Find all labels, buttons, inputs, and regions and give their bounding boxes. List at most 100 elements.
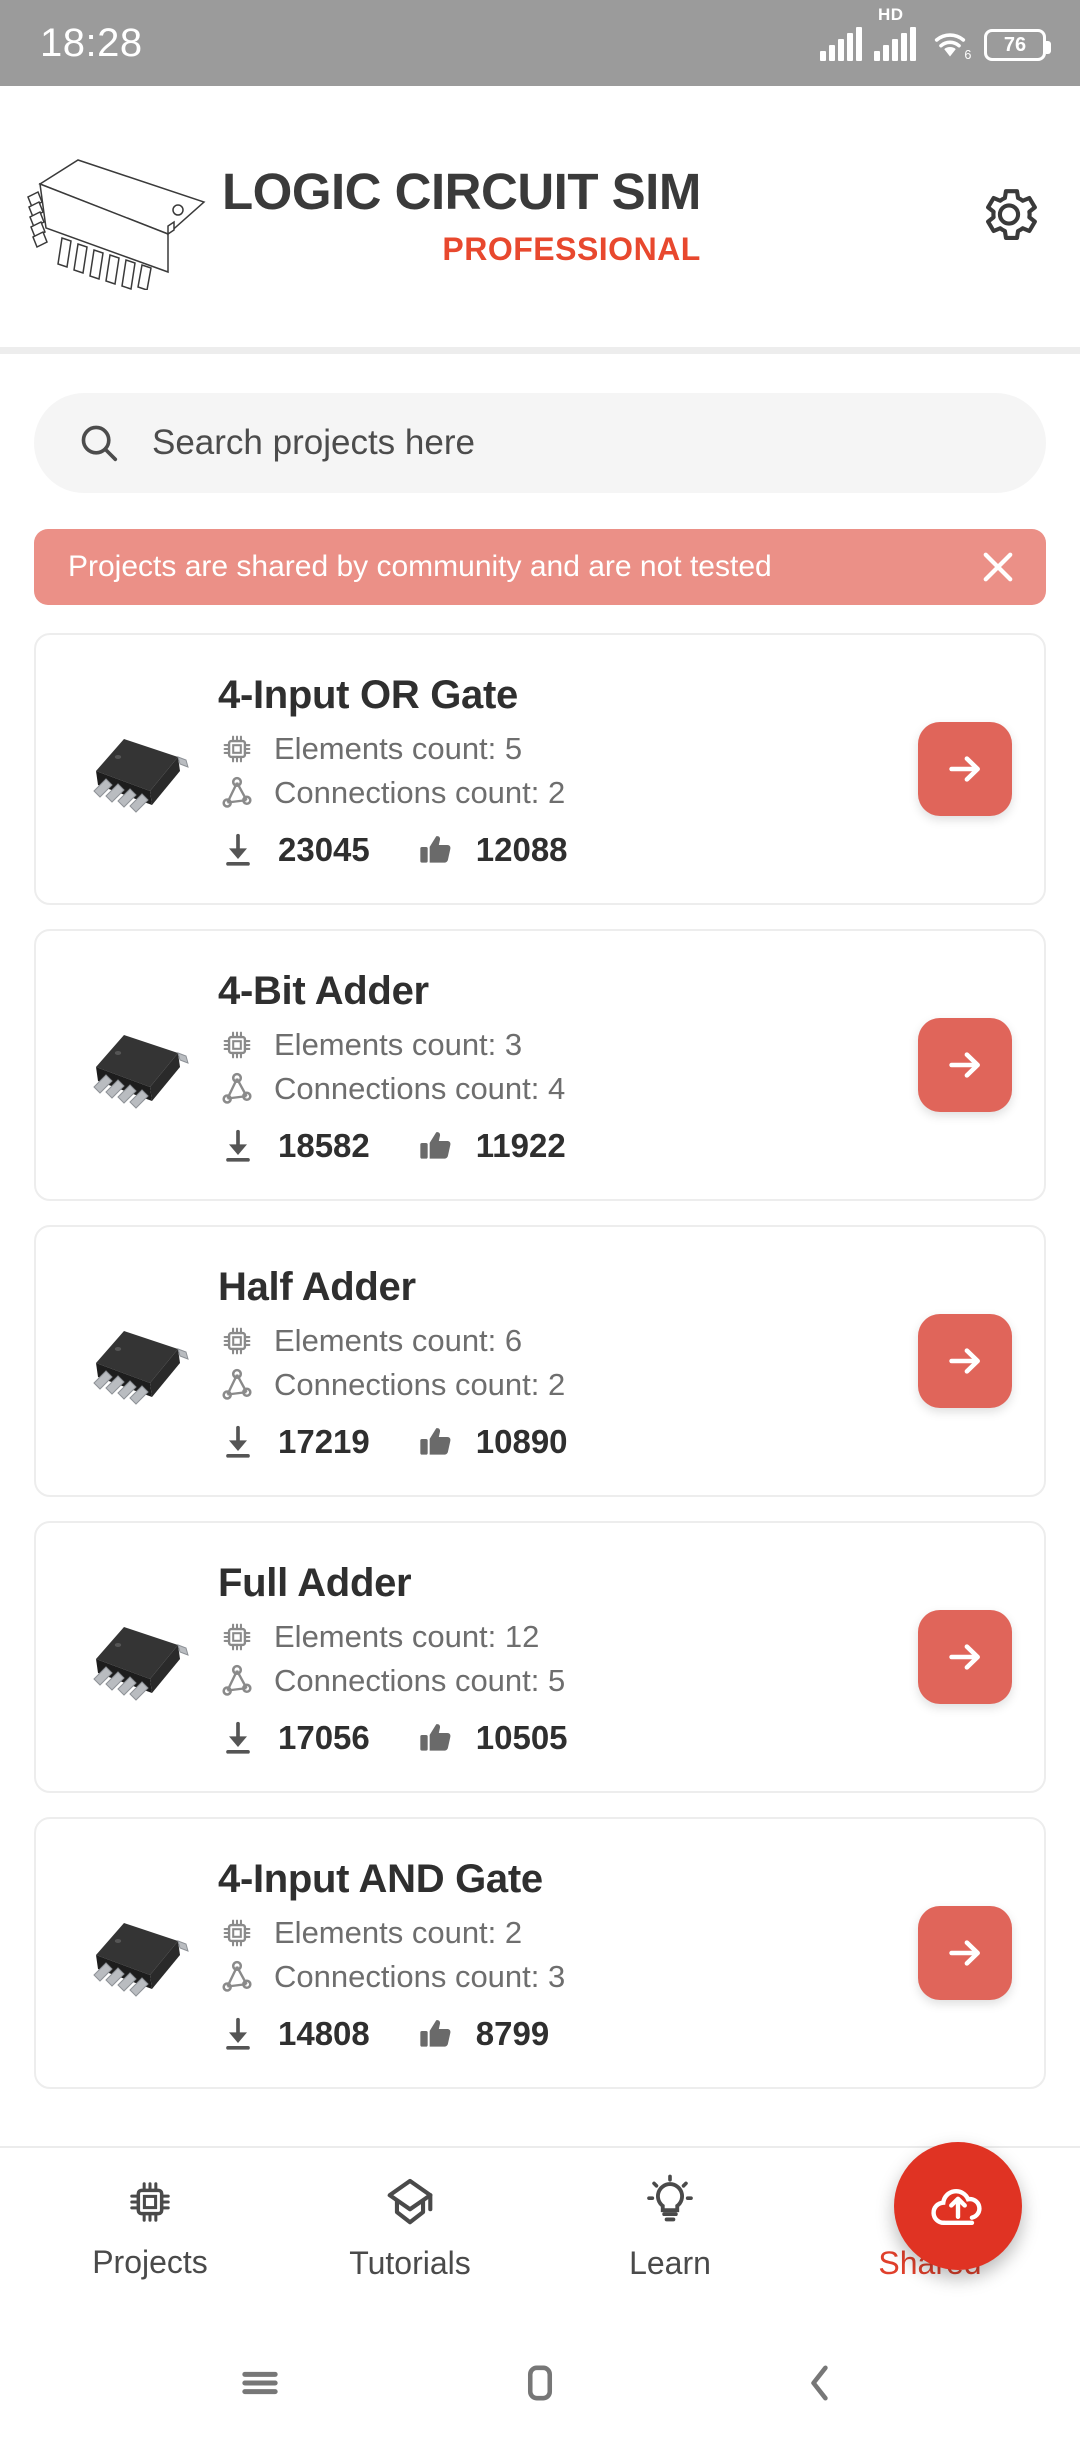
recents-icon <box>242 2371 278 2395</box>
thumbs-up-icon <box>420 2019 451 2047</box>
open-project-button[interactable] <box>918 1018 1012 1112</box>
connections-graph-icon <box>222 1960 252 1992</box>
upload-project-fab[interactable] <box>894 2142 1022 2270</box>
ic-chip-illustration-icon <box>27 158 206 290</box>
project-card[interactable]: Half Adder Elements count: 6 Connections… <box>34 1225 1046 1497</box>
downloads-count: 23045 <box>278 830 370 868</box>
chip-icon <box>223 1327 251 1354</box>
open-project-button[interactable] <box>918 1314 1012 1408</box>
likes-stat: 12088 <box>416 830 568 870</box>
ic-chip-thumbnail-icon <box>93 1035 189 1109</box>
project-stats: 14808 8799 <box>218 2014 918 2054</box>
project-card[interactable]: 4-Bit Adder Elements count: 3 Connection… <box>34 929 1046 1201</box>
elements-count-label: Elements count: 2 <box>274 1914 523 1950</box>
home-button[interactable] <box>495 2338 585 2428</box>
open-project-button[interactable] <box>918 1906 1012 2000</box>
nav-item-label: Tutorials <box>349 2244 471 2281</box>
downloads-stat: 17056 <box>218 1718 370 1758</box>
search-input[interactable]: Search projects here <box>152 423 475 463</box>
likes-count: 12088 <box>475 830 568 868</box>
ic-chip-thumbnail-icon <box>93 1923 189 1997</box>
thumbs-up-icon <box>420 835 451 863</box>
lightbulb-icon <box>647 2174 693 2221</box>
project-stats: 23045 12088 <box>218 830 918 870</box>
signal-bars-icon <box>820 27 862 61</box>
wifi-icon: 6 <box>934 33 971 61</box>
status-icons: HD 6 76 <box>820 5 1051 61</box>
home-icon <box>527 2365 553 2401</box>
likes-stat: 8799 <box>416 2014 549 2054</box>
nav-item-tutorials[interactable]: Tutorials <box>310 2173 510 2282</box>
nav-item-learn[interactable]: Learn <box>570 2173 770 2282</box>
likes-count: 8799 <box>475 2014 550 2052</box>
project-title: 4-Input OR Gate <box>218 672 518 717</box>
project-title: Half Adder <box>218 1264 416 1309</box>
project-title: 4-Input AND Gate <box>218 1856 543 1901</box>
banner-message: Projects are shared by community and are… <box>68 550 772 583</box>
project-info: Full Adder Elements count: 12 Connection… <box>198 1557 918 1758</box>
svg-text:6: 6 <box>964 48 971 61</box>
arrow-right-icon <box>949 1052 980 1078</box>
app-logo: LOGIC CIRCUIT SIM PROFESSIONAL <box>18 144 701 290</box>
app-screen: 18:28 HD 6 76 LOGIC CIRCUIT SIM PROFESSI… <box>0 0 1080 2460</box>
status-bar: 18:28 HD 6 76 <box>0 0 1080 86</box>
close-icon <box>983 552 1013 582</box>
project-card[interactable]: Full Adder Elements count: 12 Connection… <box>34 1521 1046 1793</box>
project-title: Full Adder <box>218 1560 412 1605</box>
elements-count-label: Elements count: 5 <box>274 730 523 766</box>
elements-count-label: Elements count: 12 <box>274 1618 540 1654</box>
project-card[interactable]: 4-Input AND Gate Elements count: 2 Conne… <box>34 1817 1046 2089</box>
downloads-count: 18582 <box>278 1126 370 1164</box>
downloads-stat: 14808 <box>218 2014 370 2054</box>
project-info: Half Adder Elements count: 6 Connections… <box>198 1261 918 1462</box>
banner-close-button[interactable] <box>976 545 1020 589</box>
connections-count-row: Connections count: 3 <box>218 1958 918 1996</box>
project-title: 4-Bit Adder <box>218 968 429 1013</box>
download-icon <box>226 2017 250 2050</box>
battery-level: 76 <box>1003 33 1027 56</box>
project-info: 4-Input OR Gate Elements count: 5 Connec… <box>198 669 918 870</box>
back-button[interactable] <box>775 2338 865 2428</box>
nav-item-label: Learn <box>629 2244 711 2281</box>
downloads-count: 14808 <box>278 2014 370 2052</box>
search-bar[interactable]: Search projects here <box>34 393 1046 493</box>
hd-label: HD <box>878 5 904 24</box>
downloads-count: 17219 <box>278 1422 370 1460</box>
project-info: 4-Bit Adder Elements count: 3 Connection… <box>198 965 918 1166</box>
nav-item-projects[interactable]: Projects <box>50 2174 250 2281</box>
connections-count-row: Connections count: 2 <box>218 774 918 812</box>
connections-graph-icon <box>222 1664 252 1696</box>
ic-chip-thumbnail-icon <box>93 739 189 813</box>
likes-count: 10890 <box>475 1422 568 1460</box>
likes-stat: 10890 <box>416 1422 568 1462</box>
likes-stat: 11922 <box>416 1126 566 1166</box>
arrow-right-icon <box>949 1940 980 1966</box>
downloads-stat: 23045 <box>218 830 370 870</box>
connections-count-label: Connections count: 2 <box>274 1366 566 1402</box>
main-content: Search projects here Projects are shared… <box>0 361 1080 2306</box>
connections-count-label: Connections count: 4 <box>274 1070 566 1106</box>
downloads-stat: 18582 <box>218 1126 370 1166</box>
arrow-right-icon <box>949 1348 980 1374</box>
project-stats: 18582 11922 <box>218 1126 918 1166</box>
download-icon <box>226 833 250 866</box>
chip-icon <box>223 735 251 762</box>
brand-title: LOGIC CIRCUIT SIM <box>222 162 701 220</box>
elements-count-row: Elements count: 12 <box>218 1618 918 1656</box>
signal-bars-secondary-icon: HD <box>874 5 916 61</box>
settings-button[interactable] <box>976 181 1042 252</box>
recents-button[interactable] <box>215 2338 305 2428</box>
project-card[interactable]: 4-Input OR Gate Elements count: 5 Connec… <box>34 633 1046 905</box>
likes-count: 11922 <box>475 1126 566 1164</box>
open-project-button[interactable] <box>918 1610 1012 1704</box>
status-time: 18:28 <box>40 20 143 65</box>
back-icon <box>811 2365 828 2401</box>
thumbs-up-icon <box>420 1427 451 1455</box>
connections-graph-icon <box>222 776 252 808</box>
likes-stat: 10505 <box>416 1718 568 1758</box>
open-project-button[interactable] <box>918 722 1012 816</box>
project-stats: 17056 10505 <box>218 1718 918 1758</box>
download-icon <box>226 1129 250 1162</box>
graduation-cap-icon <box>387 2178 433 2224</box>
brand-text: LOGIC CIRCUIT SIM PROFESSIONAL <box>222 166 701 268</box>
